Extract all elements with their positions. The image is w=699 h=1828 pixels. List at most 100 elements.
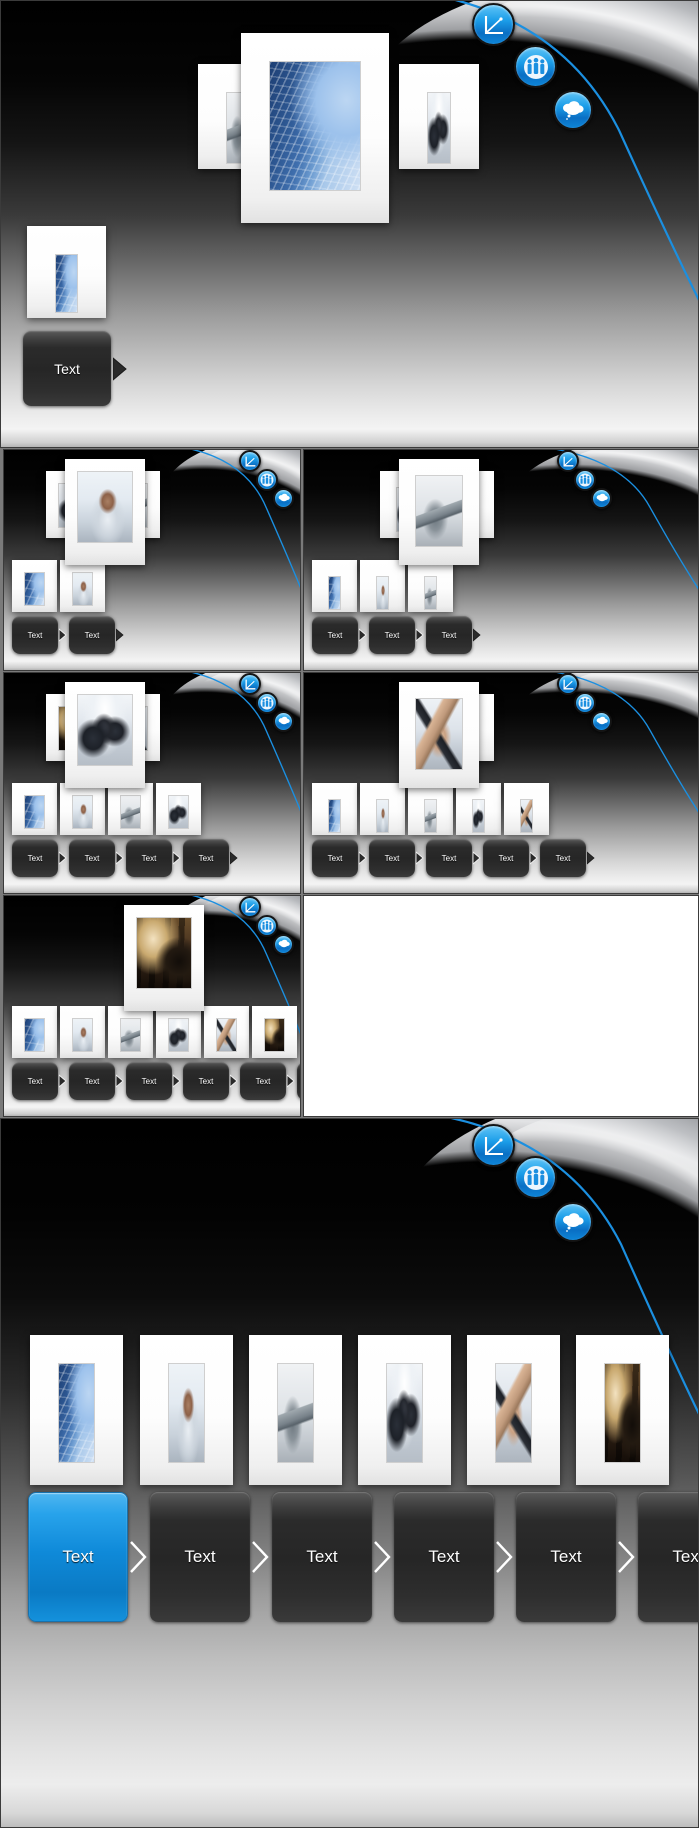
thumbnail-2[interactable] [360, 560, 405, 612]
thought-cloud-icon[interactable] [273, 934, 294, 955]
process-button-1[interactable]: Text [312, 839, 358, 877]
process-button-2[interactable]: Text [69, 616, 115, 654]
thumbnail-4[interactable] [456, 783, 501, 835]
people-group-icon[interactable] [256, 915, 278, 937]
thumbnail-3[interactable] [249, 1335, 342, 1485]
process-button-2[interactable]: Text [150, 1492, 250, 1622]
process-button-label: Text [550, 1547, 582, 1566]
process-button-2[interactable]: Text [369, 616, 415, 654]
thumbnail-1[interactable] [12, 560, 57, 612]
thumbnail-6[interactable] [576, 1335, 669, 1485]
process-button-1[interactable]: Text [312, 616, 358, 654]
process-button-4[interactable]: Text [483, 839, 529, 877]
process-button-3[interactable]: Text [272, 1492, 372, 1622]
people-group-icon[interactable] [574, 692, 596, 714]
line-chart-icon[interactable] [472, 1124, 515, 1167]
featured-photo[interactable] [241, 33, 389, 223]
photo-woman [72, 572, 93, 605]
people-group-icon[interactable] [514, 45, 557, 88]
process-button-4[interactable]: Text [394, 1492, 494, 1622]
process-button-1[interactable]: Text [12, 1062, 58, 1100]
process-button-row: Text Text Text Text [12, 1062, 300, 1100]
line-chart-icon[interactable] [239, 450, 261, 472]
thought-cloud-icon[interactable] [553, 1202, 593, 1242]
slide-1-item[interactable]: Text [0, 0, 699, 448]
line-chart-icon[interactable] [557, 450, 579, 472]
slide-blank[interactable] [303, 895, 699, 1117]
process-button-label: Text [498, 853, 514, 863]
thought-cloud-icon[interactable] [273, 711, 294, 732]
process-button-2[interactable]: Text [69, 1062, 115, 1100]
line-chart-icon[interactable] [472, 3, 515, 46]
process-button-6[interactable]: Text [638, 1492, 698, 1622]
thumbnail-5[interactable] [467, 1335, 560, 1485]
photo-building [58, 1363, 95, 1462]
people-group-icon[interactable] [256, 692, 278, 714]
thumbnail-5[interactable] [504, 783, 549, 835]
process-button-1[interactable]: Text [12, 616, 58, 654]
featured-photo[interactable] [65, 459, 145, 565]
process-button-4[interactable]: Text [183, 839, 229, 877]
thumbnail-2[interactable] [60, 1006, 105, 1058]
featured-photo[interactable] [65, 682, 145, 788]
line-chart-icon[interactable] [239, 673, 261, 695]
slide-final-large[interactable]: Text Text Text Text Text Tex [0, 1118, 699, 1828]
featured-photo[interactable] [124, 905, 204, 1011]
chevron-right-icon [116, 1074, 125, 1088]
process-button-1[interactable]: Text [23, 331, 111, 406]
people-group-icon[interactable] [514, 1156, 557, 1199]
process-button-4[interactable]: Text [183, 1062, 229, 1100]
thumbnail-4[interactable] [358, 1335, 451, 1485]
thumbnail-1[interactable] [12, 783, 57, 835]
thumbnail-1[interactable] [30, 1335, 123, 1485]
photo-plane [415, 475, 463, 546]
thumbnail-3[interactable] [108, 1006, 153, 1058]
process-button-6[interactable]: Text [297, 1062, 300, 1100]
photo-frame [414, 697, 464, 770]
thumbnail-5[interactable] [204, 1006, 249, 1058]
process-button-row: Text Text Text Text [312, 839, 596, 877]
thumbnail-1[interactable] [312, 783, 357, 835]
thumbnail-2[interactable] [140, 1335, 233, 1485]
process-button-1[interactable]: Text [28, 1492, 128, 1622]
process-button-3[interactable]: Text [426, 839, 472, 877]
stack-photo-right[interactable] [399, 64, 479, 169]
line-chart-icon[interactable] [557, 673, 579, 695]
thumbnail-3[interactable] [108, 783, 153, 835]
line-chart-icon[interactable] [239, 896, 261, 918]
featured-photo[interactable] [399, 459, 479, 565]
process-button-label: Text [27, 1076, 43, 1086]
process-button-2[interactable]: Text [69, 839, 115, 877]
thought-cloud-icon[interactable] [591, 488, 612, 509]
thought-cloud-icon[interactable] [553, 90, 593, 130]
thumbnail-3[interactable] [408, 783, 453, 835]
thumbnail-4[interactable] [156, 1006, 201, 1058]
process-button-3[interactable]: Text [126, 839, 172, 877]
process-button-5[interactable]: Text [240, 1062, 286, 1100]
people-group-icon[interactable] [574, 469, 596, 491]
thumbnail-1[interactable] [12, 1006, 57, 1058]
process-button-3[interactable]: Text [126, 1062, 172, 1100]
chevron-right-icon [173, 1074, 182, 1088]
photo-frame [276, 1362, 315, 1463]
thumbnail-1[interactable] [312, 560, 357, 612]
process-button-3[interactable]: Text [426, 616, 472, 654]
photo-building [24, 795, 45, 828]
thumbnail-2[interactable] [60, 783, 105, 835]
process-button-5[interactable]: Text [540, 839, 586, 877]
slide-5-items[interactable]: Text Text Text Text Text [303, 672, 699, 894]
slide-3-items[interactable]: Text Text Text [303, 449, 699, 671]
thumbnail-1[interactable] [27, 226, 106, 318]
thumbnail-4[interactable] [156, 783, 201, 835]
process-button-1[interactable]: Text [12, 839, 58, 877]
process-button-2[interactable]: Text [369, 839, 415, 877]
thumbnail-2[interactable] [60, 560, 105, 612]
thought-cloud-icon[interactable] [273, 488, 294, 509]
process-button-5[interactable]: Text [516, 1492, 616, 1622]
thumbnail-2[interactable] [360, 783, 405, 835]
people-group-icon[interactable] [256, 469, 278, 491]
thumbnail-3[interactable] [408, 560, 453, 612]
featured-photo[interactable] [399, 682, 479, 788]
thumbnail-6[interactable] [252, 1006, 297, 1058]
thought-cloud-icon[interactable] [591, 711, 612, 732]
